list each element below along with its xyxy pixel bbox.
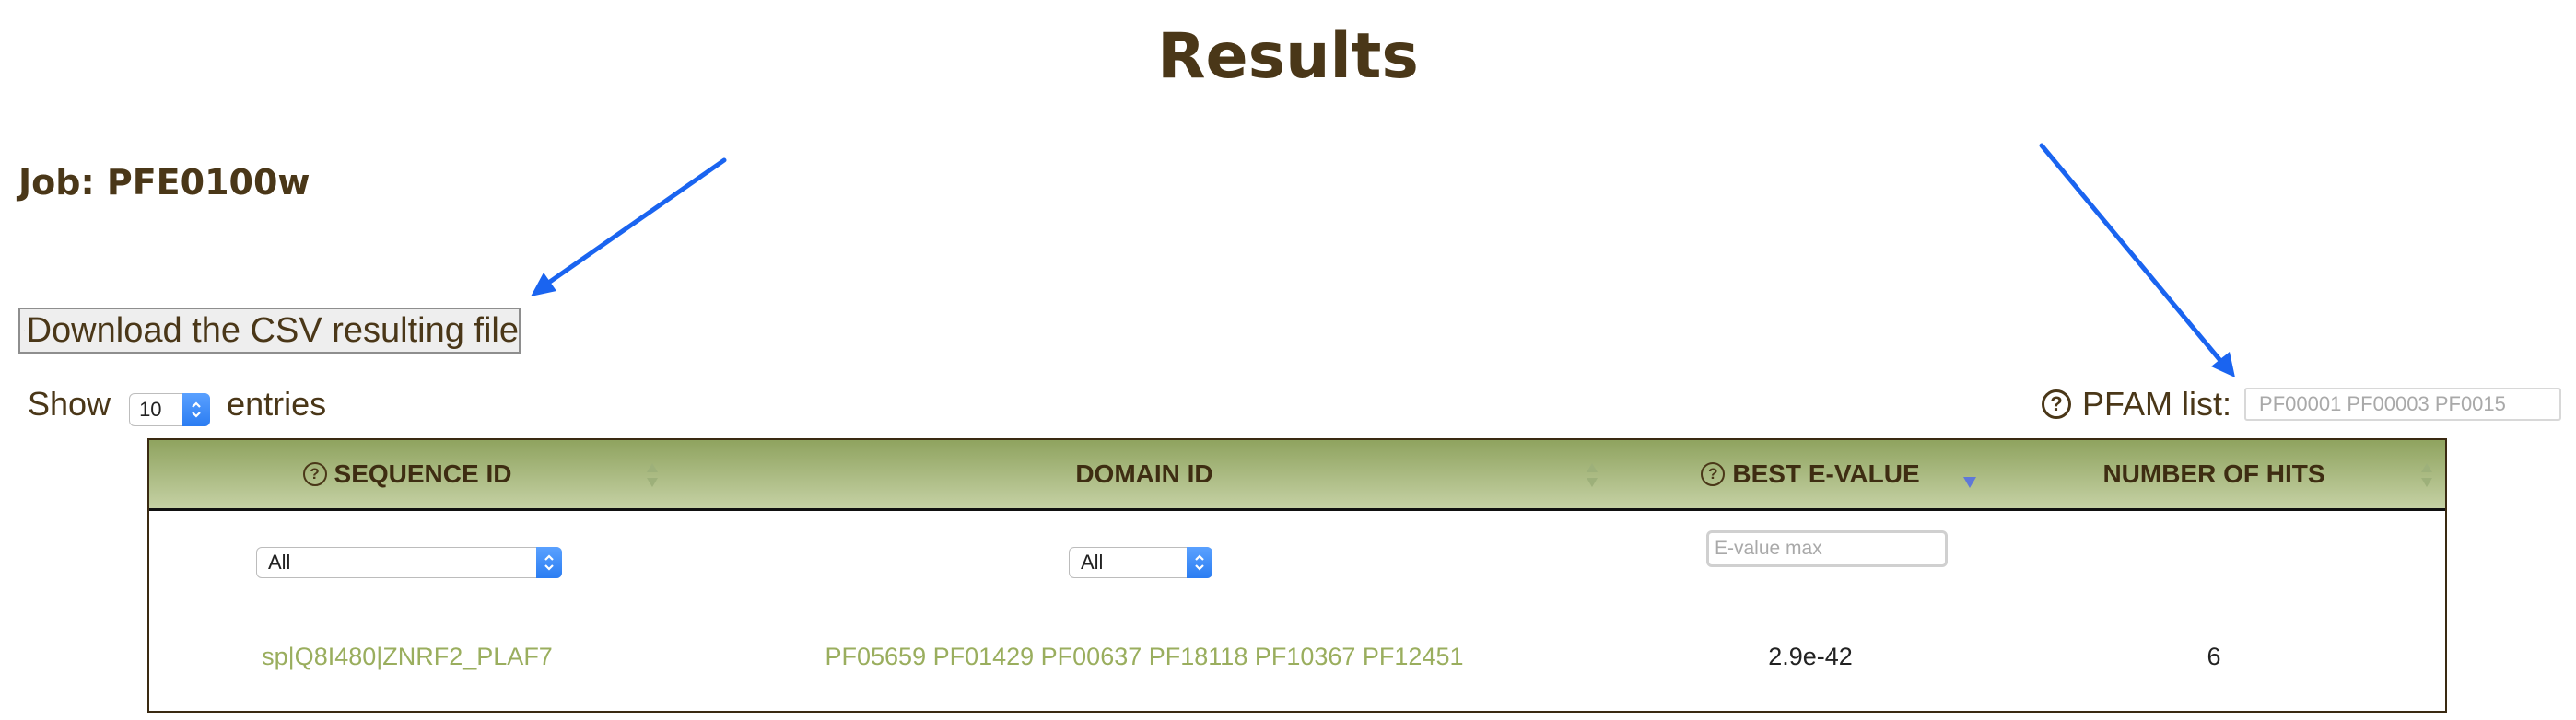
download-icon <box>24 330 25 331</box>
domain-id-links[interactable]: PF05659 PF01429 PF00637 PF18118 PF10367 … <box>665 643 1623 670</box>
evalue-max-input[interactable] <box>1706 530 1948 567</box>
domain-filter-value: All <box>1081 551 1104 574</box>
download-csv-label: Download the CSV resulting file <box>26 310 519 350</box>
show-prefix-label: Show <box>28 385 111 423</box>
help-circle-icon[interactable]: ? <box>1701 462 1726 486</box>
pfam-filter: ? PFAM list: <box>2042 385 2562 424</box>
pfam-label: PFAM list: <box>2082 385 2232 423</box>
select-stepper-icon <box>1187 547 1212 578</box>
table-header: ? SEQUENCE ID DOMAIN ID ? BEST E-VALUE N… <box>149 440 2445 511</box>
column-header-label: BEST E-VALUE <box>1732 459 1920 488</box>
show-suffix-label: entries <box>227 385 327 423</box>
annotation-arrow-pfam <box>2039 143 2235 377</box>
pfam-list-input[interactable] <box>2244 388 2562 421</box>
sequence-filter-select[interactable]: All <box>256 547 562 578</box>
help-circle-icon[interactable]: ? <box>302 462 327 486</box>
domain-filter-select[interactable]: All <box>1069 547 1212 578</box>
column-header-sequence-id[interactable]: ? SEQUENCE ID <box>149 440 665 508</box>
entries-length-select[interactable]: 10 <box>129 393 211 426</box>
sequence-filter-value: All <box>268 551 291 574</box>
sequence-id-link[interactable]: sp|Q8I480|ZNRF2_PLAF7 <box>149 643 665 670</box>
sort-icon[interactable] <box>645 460 660 490</box>
best-evalue-cell: 2.9e-42 <box>1768 642 1853 670</box>
sort-icon[interactable] <box>1585 460 1599 490</box>
results-table: ? SEQUENCE ID DOMAIN ID ? BEST E-VALUE N… <box>147 438 2447 713</box>
help-circle-icon[interactable]: ? <box>2042 389 2071 419</box>
select-stepper-icon <box>536 547 562 578</box>
entries-length-value: 10 <box>139 398 162 421</box>
column-header-label: SEQUENCE ID <box>334 459 512 488</box>
column-header-number-of-hits[interactable]: NUMBER OF HITS <box>1997 440 2430 508</box>
column-header-domain-id[interactable]: DOMAIN ID <box>665 440 1623 508</box>
number-of-hits-cell: 6 <box>2207 642 2221 670</box>
sort-desc-icon[interactable] <box>1962 468 1977 497</box>
entries-length-control: Show 10 entries <box>28 385 327 426</box>
annotation-arrow-download <box>531 157 727 296</box>
download-csv-button[interactable]: Download the CSV resulting file <box>18 308 521 354</box>
column-header-label: NUMBER OF HITS <box>2102 459 2325 488</box>
column-header-best-evalue[interactable]: ? BEST E-VALUE <box>1623 440 1997 508</box>
column-header-label: DOMAIN ID <box>1075 459 1213 488</box>
sort-icon[interactable] <box>2419 460 2434 490</box>
select-stepper-icon <box>182 393 211 426</box>
